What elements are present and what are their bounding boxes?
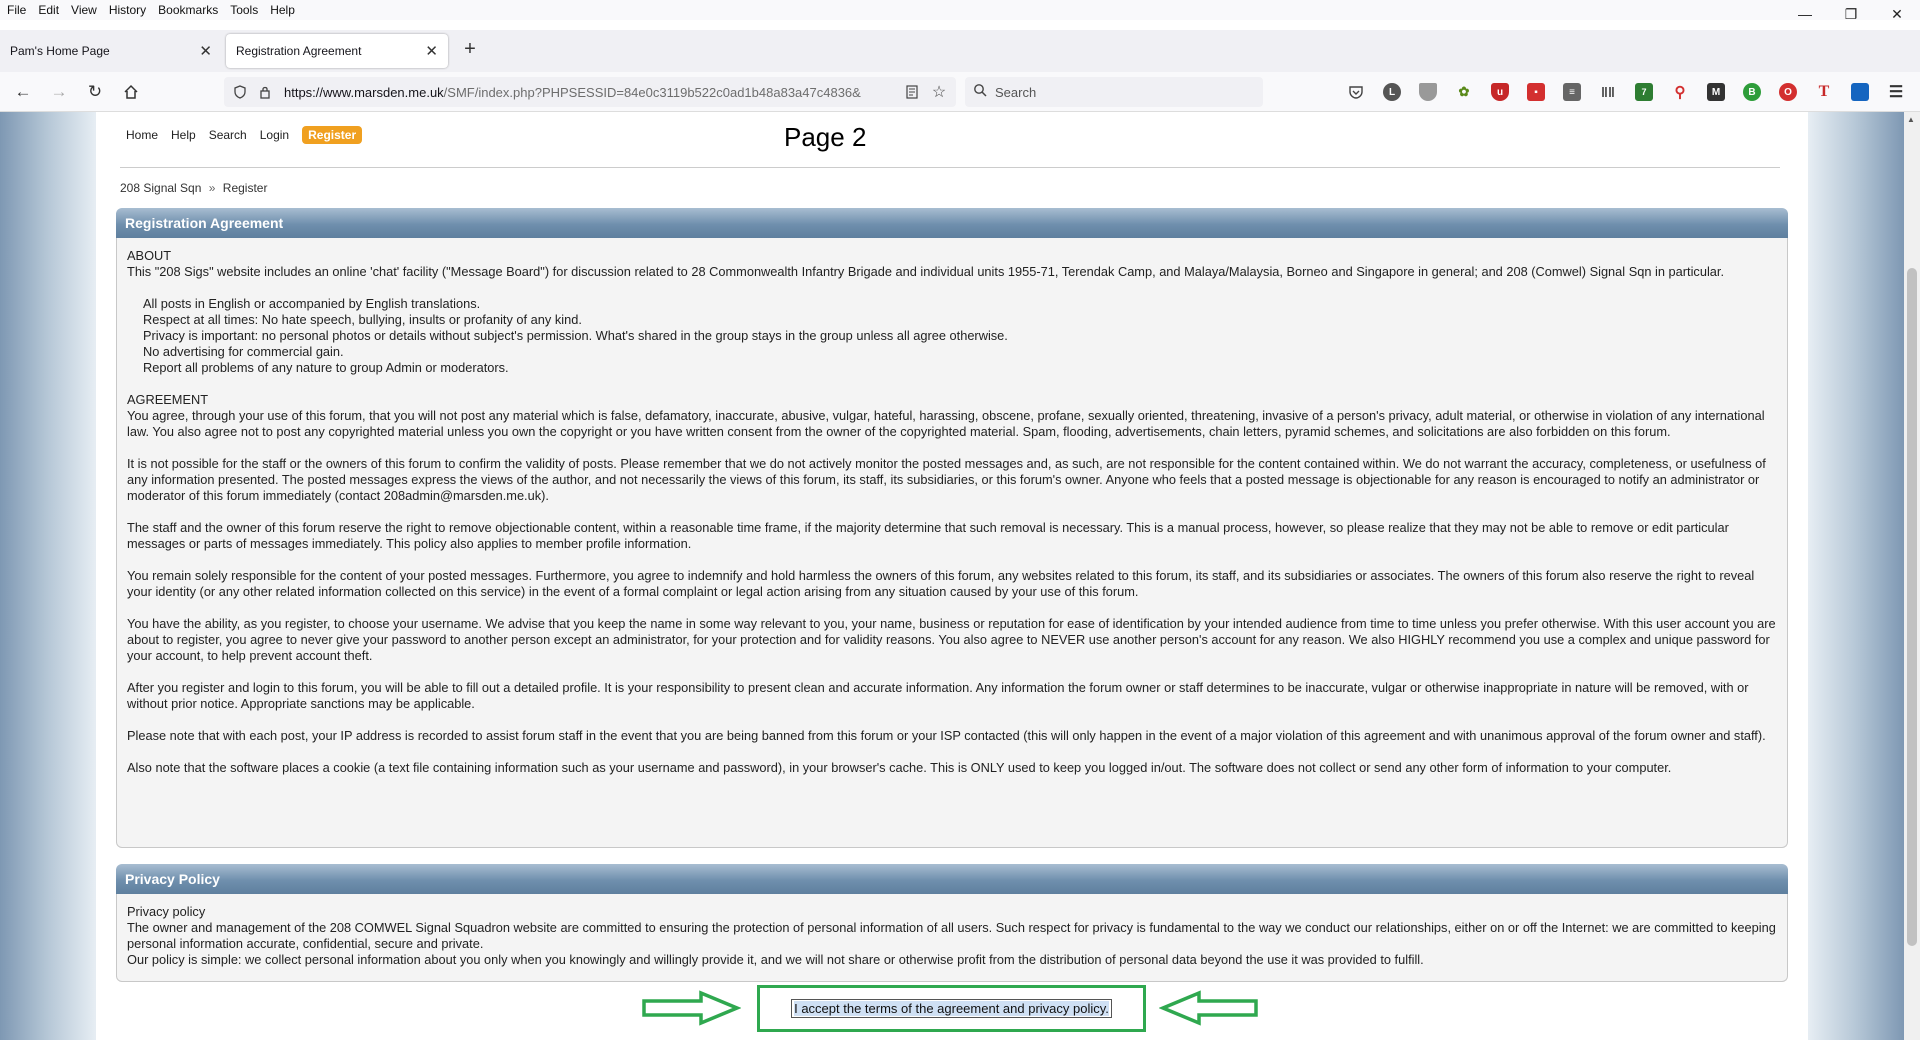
menu-bookmarks[interactable]: Bookmarks: [152, 0, 224, 20]
url-text: https://www.marsden.me.uk/SMF/index.php?…: [284, 85, 861, 100]
m-extension-icon[interactable]: M: [1707, 83, 1725, 101]
menu-bar: File Edit View History Bookmarks Tools H…: [0, 0, 1920, 20]
divider: [120, 167, 1780, 168]
privacy-subtitle: Privacy policy: [127, 904, 206, 919]
accept-terms-button[interactable]: I accept the terms of the agreement and …: [791, 999, 1112, 1018]
page-scrollbar[interactable]: ▲: [1904, 112, 1920, 1040]
agreement-header: Registration Agreement: [116, 208, 1788, 238]
back-icon[interactable]: ←: [11, 80, 35, 104]
privacy-text: The owner and management of the 208 COMW…: [127, 920, 1776, 951]
close-tab-icon[interactable]: ✕: [425, 42, 438, 60]
privacy-text: Our policy is simple: we collect persona…: [127, 952, 1424, 967]
download-extension-icon[interactable]: 7: [1635, 83, 1653, 101]
forum-content: Home Help Search Login Register Page 2 2…: [96, 112, 1808, 1040]
agreement-paragraph: After you register and login to this for…: [127, 680, 1749, 711]
tab-pams-home-page[interactable]: Pam's Home Page ✕: [0, 34, 222, 68]
close-window-button[interactable]: ✕: [1874, 0, 1920, 28]
blue-extension-icon[interactable]: [1851, 83, 1869, 101]
minimize-button[interactable]: —: [1782, 0, 1828, 28]
privacy-panel: Privacy policy The owner and management …: [116, 894, 1788, 982]
restore-button[interactable]: ❐: [1828, 0, 1874, 28]
agreement-paragraph: Please note that with each post, your IP…: [127, 728, 1766, 743]
scroll-up-icon[interactable]: ▲: [1907, 115, 1915, 124]
rules-list: All posts in English or accompanied by E…: [127, 296, 1777, 376]
tab-title: Registration Agreement: [236, 44, 362, 58]
hamburger-menu-icon[interactable]: ☰: [1887, 83, 1905, 101]
agreement-paragraph: You have the ability, as you register, t…: [127, 616, 1776, 663]
rule-item: All posts in English or accompanied by E…: [143, 296, 481, 311]
privacy-badger-icon[interactable]: [1419, 83, 1437, 101]
forum-nav: Home Help Search Login Register: [126, 126, 363, 144]
leaf-extension-icon[interactable]: ✿: [1455, 83, 1473, 101]
page-viewport: Home Help Search Login Register Page 2 2…: [0, 112, 1904, 1040]
nav-search[interactable]: Search: [209, 128, 247, 142]
opera-extension-icon[interactable]: O: [1779, 83, 1797, 101]
lock-icon[interactable]: [256, 83, 274, 101]
search-placeholder: Search: [995, 85, 1037, 100]
l-extension-icon[interactable]: L: [1383, 83, 1401, 101]
page-title: Page 2: [784, 122, 867, 152]
menu-help[interactable]: Help: [264, 0, 301, 20]
ublock-icon[interactable]: u: [1491, 83, 1509, 101]
nav-help[interactable]: Help: [171, 128, 196, 142]
menu-history[interactable]: History: [103, 0, 152, 20]
extension-badge: 7: [1641, 87, 1647, 97]
list-extension-icon[interactable]: ≡: [1563, 83, 1581, 101]
forward-icon[interactable]: →: [47, 80, 71, 104]
accept-highlight-box: I accept the terms of the agreement and …: [757, 985, 1146, 1032]
new-tab-icon[interactable]: +: [458, 38, 482, 61]
about-text: This "208 Sigs" website includes an onli…: [127, 264, 1725, 279]
agreement-paragraph: You agree, through your use of this foru…: [127, 408, 1765, 439]
agreement-title: AGREEMENT: [127, 392, 209, 407]
agreement-panel: ABOUT This "208 Sigs" website includes a…: [116, 238, 1788, 848]
tab-bar: Pam's Home Page ✕ Registration Agreement…: [0, 30, 1920, 72]
shield-icon[interactable]: [231, 83, 249, 101]
menu-file[interactable]: File: [0, 0, 32, 20]
tab-title: Pam's Home Page: [10, 44, 110, 58]
search-input[interactable]: Search: [965, 77, 1263, 107]
right-arrow-icon: [642, 990, 741, 1026]
breadcrumb-current[interactable]: Register: [223, 181, 268, 195]
bookmark-star-icon[interactable]: ☆: [930, 83, 948, 101]
pdf-extension-icon[interactable]: ▪: [1527, 83, 1545, 101]
t-extension-icon[interactable]: T: [1815, 83, 1833, 101]
menu-view[interactable]: View: [65, 0, 103, 20]
nav-register-button[interactable]: Register: [302, 126, 363, 144]
agreement-paragraph: The staff and the owner of this forum re…: [127, 520, 1729, 551]
close-tab-icon[interactable]: ✕: [199, 42, 212, 60]
agreement-paragraph: You remain solely responsible for the co…: [127, 568, 1755, 599]
breadcrumb-root[interactable]: 208 Signal Sqn: [120, 181, 201, 195]
green-extension-icon[interactable]: B: [1743, 83, 1761, 101]
privacy-header: Privacy Policy: [116, 864, 1788, 894]
menu-edit[interactable]: Edit: [32, 0, 65, 20]
scroll-thumb[interactable]: [1907, 268, 1917, 946]
left-arrow-icon: [1159, 990, 1258, 1026]
search-icon: [973, 83, 987, 100]
about-title: ABOUT: [127, 248, 172, 263]
reload-icon[interactable]: ↻: [83, 80, 107, 104]
nav-login[interactable]: Login: [260, 128, 289, 142]
bars-extension-icon[interactable]: ‖‖: [1599, 83, 1617, 101]
accept-label: I accept the terms of the agreement and …: [794, 1001, 1109, 1016]
agreement-paragraph: It is not possible for the staff or the …: [127, 456, 1766, 503]
menu-tools[interactable]: Tools: [224, 0, 264, 20]
breadcrumb: 208 Signal Sqn » Register: [120, 181, 267, 195]
breadcrumb-separator: »: [208, 181, 216, 195]
rule-item: Respect at all times: No hate speech, bu…: [143, 312, 582, 327]
rule-item: Report all problems of any nature to gro…: [143, 360, 509, 375]
reader-view-icon[interactable]: [903, 83, 921, 101]
agreement-paragraph: Also note that the software places a coo…: [127, 760, 1672, 775]
rule-item: No advertising for commercial gain.: [143, 344, 344, 359]
pocket-icon[interactable]: [1347, 83, 1365, 101]
nav-bar: ← → ↻ https://www.marsden.me.uk/SMF/inde…: [0, 72, 1920, 112]
home-icon[interactable]: [119, 80, 143, 104]
nav-home[interactable]: Home: [126, 128, 158, 142]
rule-item: Privacy is important: no personal photos…: [143, 328, 1008, 343]
url-bar[interactable]: https://www.marsden.me.uk/SMF/index.php?…: [224, 77, 956, 107]
pin-extension-icon[interactable]: ⚲: [1671, 83, 1689, 101]
tab-registration-agreement[interactable]: Registration Agreement ✕: [226, 34, 448, 68]
